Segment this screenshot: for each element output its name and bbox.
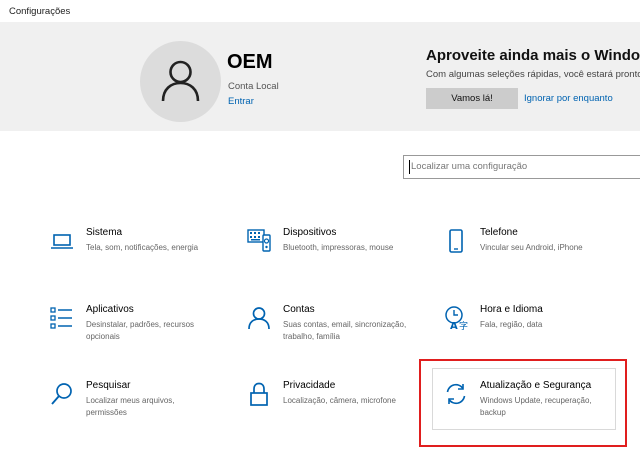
promo-text: Com algumas seleções rápidas, você estar…	[426, 69, 640, 80]
category-desc: Suas contas, email, sincronização, traba…	[283, 320, 407, 341]
sign-in-link[interactable]: Entrar	[228, 96, 254, 107]
user-avatar-icon	[161, 60, 200, 102]
category-dispositivos[interactable]: Dispositivos Bluetooth, impressoras, mou…	[247, 227, 437, 293]
category-title: Contas	[283, 304, 315, 315]
category-desc: Tela, som, notificações, energia	[86, 243, 199, 252]
avatar[interactable]	[140, 41, 221, 122]
search-input[interactable]: Localizar uma configuração	[403, 155, 640, 179]
category-contas[interactable]: Contas Suas contas, email, sincronização…	[247, 304, 437, 370]
red-highlight-box	[419, 359, 627, 447]
lock-icon	[250, 382, 268, 406]
laptop-icon	[51, 234, 73, 249]
window-title: Configurações	[9, 6, 71, 17]
category-title: Sistema	[86, 227, 123, 238]
category-desc: Desinstalar, padrões, recursos opcionais	[86, 320, 195, 341]
category-sistema[interactable]: Sistema Tela, som, notificações, energia	[50, 227, 240, 293]
category-title: Hora e Idioma	[480, 304, 543, 315]
category-desc: Vincular seu Android, iPhone	[480, 243, 583, 252]
category-title: Pesquisar	[86, 380, 131, 391]
search-placeholder: Localizar uma configuração	[411, 161, 528, 172]
category-title: Dispositivos	[283, 227, 337, 238]
time-language-icon: A 字	[445, 306, 468, 330]
category-desc: Bluetooth, impressoras, mouse	[283, 243, 394, 252]
promo-start-button[interactable]: Vamos lá!	[426, 88, 518, 109]
category-telefone[interactable]: Telefone Vincular seu Android, iPhone	[444, 227, 634, 293]
promo-title: Aproveite ainda mais o Windows	[426, 47, 640, 64]
category-title: Privacidade	[283, 380, 336, 391]
account-header: OEM Conta Local Entrar Aproveite ainda m…	[0, 22, 640, 131]
category-desc: Fala, região, data	[480, 320, 543, 329]
search-icon	[51, 383, 72, 405]
category-desc: Localizar meus arquivos, permissões	[86, 396, 175, 417]
category-pesquisar[interactable]: Pesquisar Localizar meus arquivos, permi…	[50, 380, 240, 446]
account-name: OEM	[227, 51, 273, 73]
svg-text:字: 字	[459, 320, 468, 330]
promo-skip-link[interactable]: Ignorar por enquanto	[524, 93, 613, 104]
phone-icon	[449, 229, 463, 253]
person-icon	[248, 307, 270, 330]
category-title: Aplicativos	[86, 304, 134, 315]
account-type: Conta Local	[228, 81, 279, 92]
title-bar: Configurações	[0, 0, 640, 22]
text-caret	[409, 160, 410, 174]
category-title: Telefone	[480, 227, 518, 238]
keyboard-icon	[247, 229, 271, 252]
category-privacidade[interactable]: Privacidade Localização, câmera, microfo…	[247, 380, 437, 446]
apps-list-icon	[50, 307, 72, 329]
svg-text:A: A	[450, 321, 458, 330]
category-aplicativos[interactable]: Aplicativos Desinstalar, padrões, recurs…	[50, 304, 240, 370]
